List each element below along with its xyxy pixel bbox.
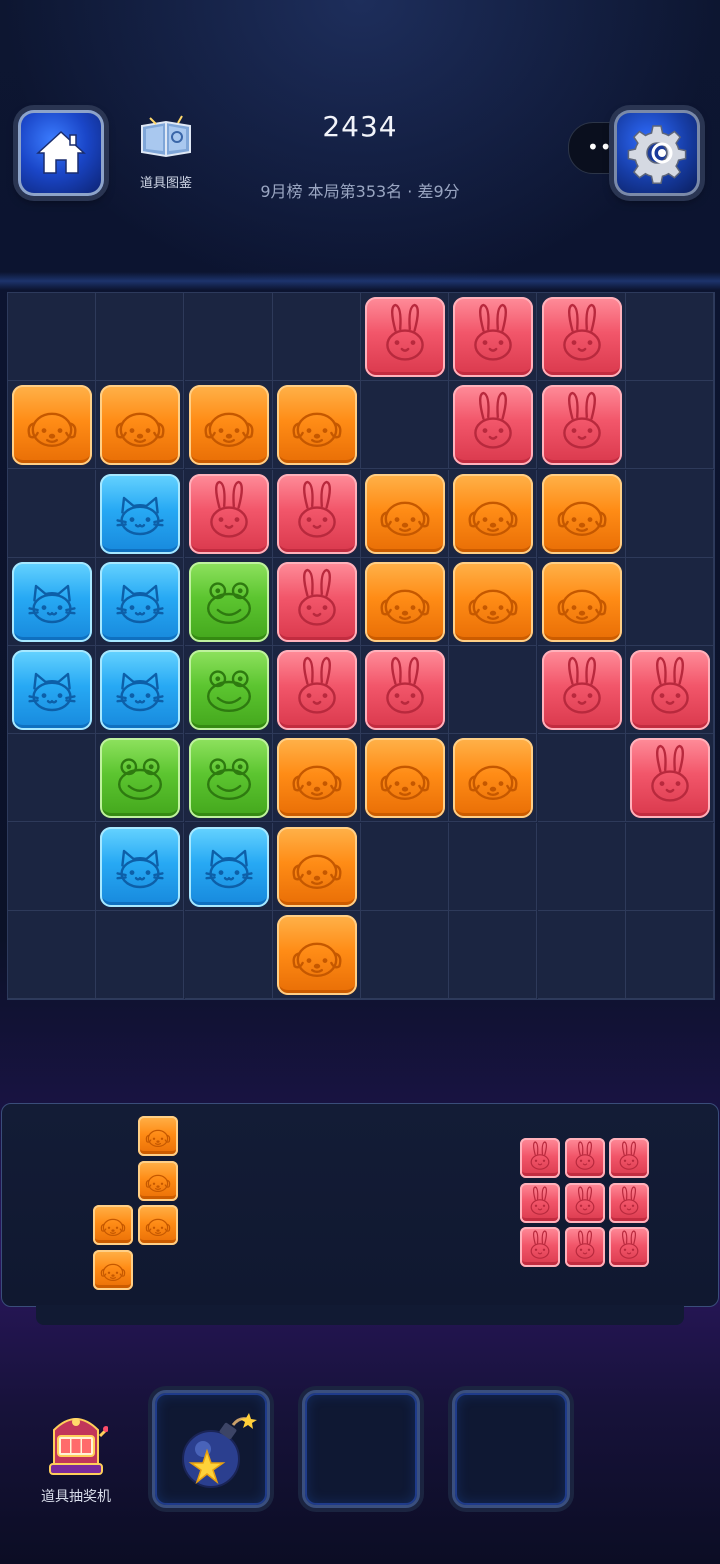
board-cell[interactable] [625,469,714,558]
dog-block [276,738,357,819]
slot-machine-icon [49,1418,109,1475]
board-cell[interactable] [625,293,714,381]
board-cell[interactable] [537,910,626,999]
dog-block [365,561,445,642]
board-cell[interactable] [8,293,96,381]
board-cell[interactable] [8,822,96,911]
rabbit-block [276,561,357,642]
piece-block [93,1249,133,1290]
slot-machine-label: 道具抽奖机 [41,1489,111,1505]
dog-block [276,385,357,466]
board-cell[interactable] [449,646,538,734]
board-cell[interactable] [449,910,538,999]
board-cell[interactable] [184,293,273,381]
board-cell[interactable] [8,734,96,823]
board-cell[interactable] [449,822,538,911]
board-cell[interactable] [625,910,714,999]
slot-machine-button[interactable]: 道具抽奖机 [36,1410,116,1506]
rabbit-block [541,650,622,730]
board-cell[interactable] [361,381,449,470]
piece-block [564,1182,605,1223]
board-cell[interactable] [96,910,185,999]
cat-block [100,473,181,554]
frog-block [100,738,181,819]
board-cell[interactable] [625,381,714,470]
board-cell[interactable] [8,910,96,999]
rabbit-block [541,297,622,377]
board-cell[interactable] [537,734,626,823]
piece-block [609,1227,649,1267]
dog-block [276,826,357,907]
game-board[interactable] [7,292,715,1000]
dog-block [453,473,534,554]
rabbit-block [629,738,710,819]
item-slot-1[interactable] [152,1390,270,1508]
frog-block [188,738,269,819]
settings-button[interactable] [614,110,700,196]
dog-block [100,385,181,466]
board-cell[interactable] [361,822,449,911]
rabbit-block [541,385,622,466]
rabbit-block [453,297,534,377]
rank-status: 9月榜 本局第353名 · 差9分 [260,182,460,201]
rabbit-block [365,297,445,377]
cat-block [188,826,269,907]
piece-block [564,1227,605,1267]
piece-block [520,1227,560,1267]
piece-block [609,1182,649,1223]
board-cell[interactable] [537,822,626,911]
cat-block [100,826,181,907]
item-slot-3[interactable] [452,1390,570,1508]
rabbit-block [629,650,710,730]
cat-block [12,561,92,642]
dog-block [541,561,622,642]
piece-block [609,1138,649,1178]
dog-block [12,385,92,466]
dog-block [365,473,445,554]
board-cell[interactable] [625,557,714,646]
dog-block [541,473,622,554]
rabbit-block [188,473,269,554]
piece-block [137,1160,178,1201]
board-cell[interactable] [184,910,273,999]
bomb-icon[interactable] [177,1411,257,1491]
frog-block [188,650,269,730]
gear-icon [627,125,687,184]
board-cell[interactable] [272,293,361,381]
rabbit-block [365,650,445,730]
tray-base [36,1305,684,1325]
board-cell[interactable] [8,469,96,558]
cat-block [100,650,181,730]
dog-block [365,738,445,819]
rabbit-block [276,473,357,554]
piece-block [137,1205,178,1245]
rabbit-block [453,385,534,466]
piece-block [137,1116,178,1156]
frog-block [188,561,269,642]
dog-block [188,385,269,466]
item-slot-2[interactable] [302,1390,420,1508]
dog-block [453,738,534,819]
board-cell[interactable] [96,293,185,381]
piece-block [520,1138,560,1178]
cat-block [100,561,181,642]
piece-block [564,1138,605,1178]
board-top-glow [0,272,720,290]
dog-block [453,561,534,642]
board-cell[interactable] [625,822,714,911]
cat-block [12,650,92,730]
dog-block [276,914,357,995]
piece-block [93,1205,133,1245]
piece-tray[interactable] [1,1103,719,1307]
rabbit-block [276,650,357,730]
piece-block [520,1182,560,1223]
board-cell[interactable] [361,910,449,999]
